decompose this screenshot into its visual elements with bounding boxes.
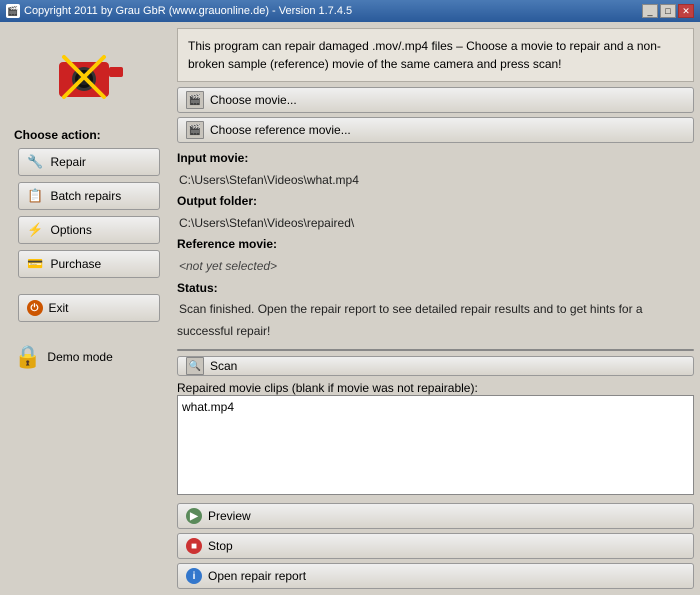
open-report-label: Open repair report [208, 569, 306, 583]
title-bar-controls: _ □ ✕ [642, 4, 694, 18]
preview-label: Preview [208, 509, 251, 523]
output-folder-label: Output folder: [177, 194, 257, 208]
demo-mode-label: Demo mode [47, 350, 112, 364]
stop-icon: ■ [186, 538, 202, 554]
repaired-label: Repaired movie clips (blank if movie was… [177, 381, 478, 395]
output-folder-value: C:\Users\Stefan\Videos\repaired\ [179, 216, 354, 230]
reference-movie-value: <not yet selected> [179, 259, 277, 273]
title-bar: 🎬 Copyright 2011 by Grau GbR (www.grauon… [0, 0, 700, 22]
options-label: Options [51, 223, 92, 237]
movie-icon: 🎬 [186, 91, 204, 109]
logo-area [44, 32, 134, 122]
preview-button[interactable]: ▶ Preview [177, 503, 694, 529]
scan-icon: 🔍 [186, 357, 204, 375]
repaired-textarea[interactable] [177, 395, 694, 495]
close-button[interactable]: ✕ [678, 4, 694, 18]
repair-label: Repair [51, 155, 86, 169]
repair-button[interactable]: 🔧 Repair [18, 148, 160, 176]
stop-button[interactable]: ■ Stop [177, 533, 694, 559]
choose-action-label: Choose action: [14, 128, 101, 142]
purchase-icon: 💳 [27, 255, 45, 273]
lock-icon: 🔒 [14, 344, 41, 370]
choose-reference-label: Choose reference movie... [210, 123, 351, 137]
repair-icon: 🔧 [27, 153, 45, 171]
output-folder-row: Output folder: C:\Users\Stefan\Videos\re… [177, 191, 694, 234]
purchase-label: Purchase [51, 257, 102, 271]
choose-reference-button[interactable]: 🎬 Choose reference movie... [177, 117, 694, 143]
input-movie-label: Input movie: [177, 151, 248, 165]
choose-buttons: 🎬 Choose movie... 🎬 Choose reference mov… [177, 87, 694, 143]
options-button[interactable]: ⚡ Options [18, 216, 160, 244]
info-section: Input movie: C:\Users\Stefan\Videos\what… [177, 148, 694, 342]
batch-icon: 📋 [27, 187, 45, 205]
info-box: This program can repair damaged .mov/.mp… [177, 28, 694, 82]
app-icon: 🎬 [6, 4, 20, 18]
title-bar-left: 🎬 Copyright 2011 by Grau GbR (www.grauon… [6, 4, 352, 18]
input-movie-row: Input movie: C:\Users\Stefan\Videos\what… [177, 148, 694, 191]
exit-label: Exit [49, 301, 69, 315]
app-logo [49, 37, 129, 117]
stop-label: Stop [208, 539, 233, 553]
status-row: Status: Scan finished. Open the repair r… [177, 278, 694, 343]
input-movie-value: C:\Users\Stefan\Videos\what.mp4 [179, 173, 359, 187]
purchase-button[interactable]: 💳 Purchase [18, 250, 160, 278]
info-text: This program can repair damaged .mov/.mp… [188, 39, 661, 71]
info-icon: i [186, 568, 202, 584]
reference-movie-label: Reference movie: [177, 237, 277, 251]
right-panel: This program can repair damaged .mov/.mp… [177, 28, 694, 589]
reference-icon: 🎬 [186, 121, 204, 139]
status-label: Status: [177, 281, 218, 295]
batch-repairs-button[interactable]: 📋 Batch repairs [18, 182, 160, 210]
scan-label: Scan [210, 359, 237, 373]
open-report-button[interactable]: i Open repair report [177, 563, 694, 589]
options-icon: ⚡ [27, 221, 45, 239]
exit-icon: ⏻ [27, 300, 43, 316]
progress-bar [177, 349, 694, 351]
title-bar-text: Copyright 2011 by Grau GbR (www.grauonli… [24, 5, 352, 17]
play-icon: ▶ [186, 508, 202, 524]
choose-movie-label: Choose movie... [210, 93, 297, 107]
left-panel: Choose action: 🔧 Repair 📋 Batch repairs … [6, 28, 171, 589]
minimize-button[interactable]: _ [642, 4, 658, 18]
maximize-button[interactable]: □ [660, 4, 676, 18]
scan-button[interactable]: 🔍 Scan [177, 356, 694, 376]
status-value: Scan finished. Open the repair report to… [177, 302, 643, 338]
batch-label: Batch repairs [51, 189, 122, 203]
choose-movie-button[interactable]: 🎬 Choose movie... [177, 87, 694, 113]
repaired-section: Repaired movie clips (blank if movie was… [177, 381, 694, 498]
reference-movie-row: Reference movie: <not yet selected> [177, 234, 694, 277]
demo-mode: 🔒 Demo mode [14, 344, 113, 378]
window-body: Choose action: 🔧 Repair 📋 Batch repairs … [0, 22, 700, 595]
exit-button[interactable]: ⏻ Exit [18, 294, 160, 322]
bottom-buttons: ▶ Preview ■ Stop i Open repair report [177, 503, 694, 589]
